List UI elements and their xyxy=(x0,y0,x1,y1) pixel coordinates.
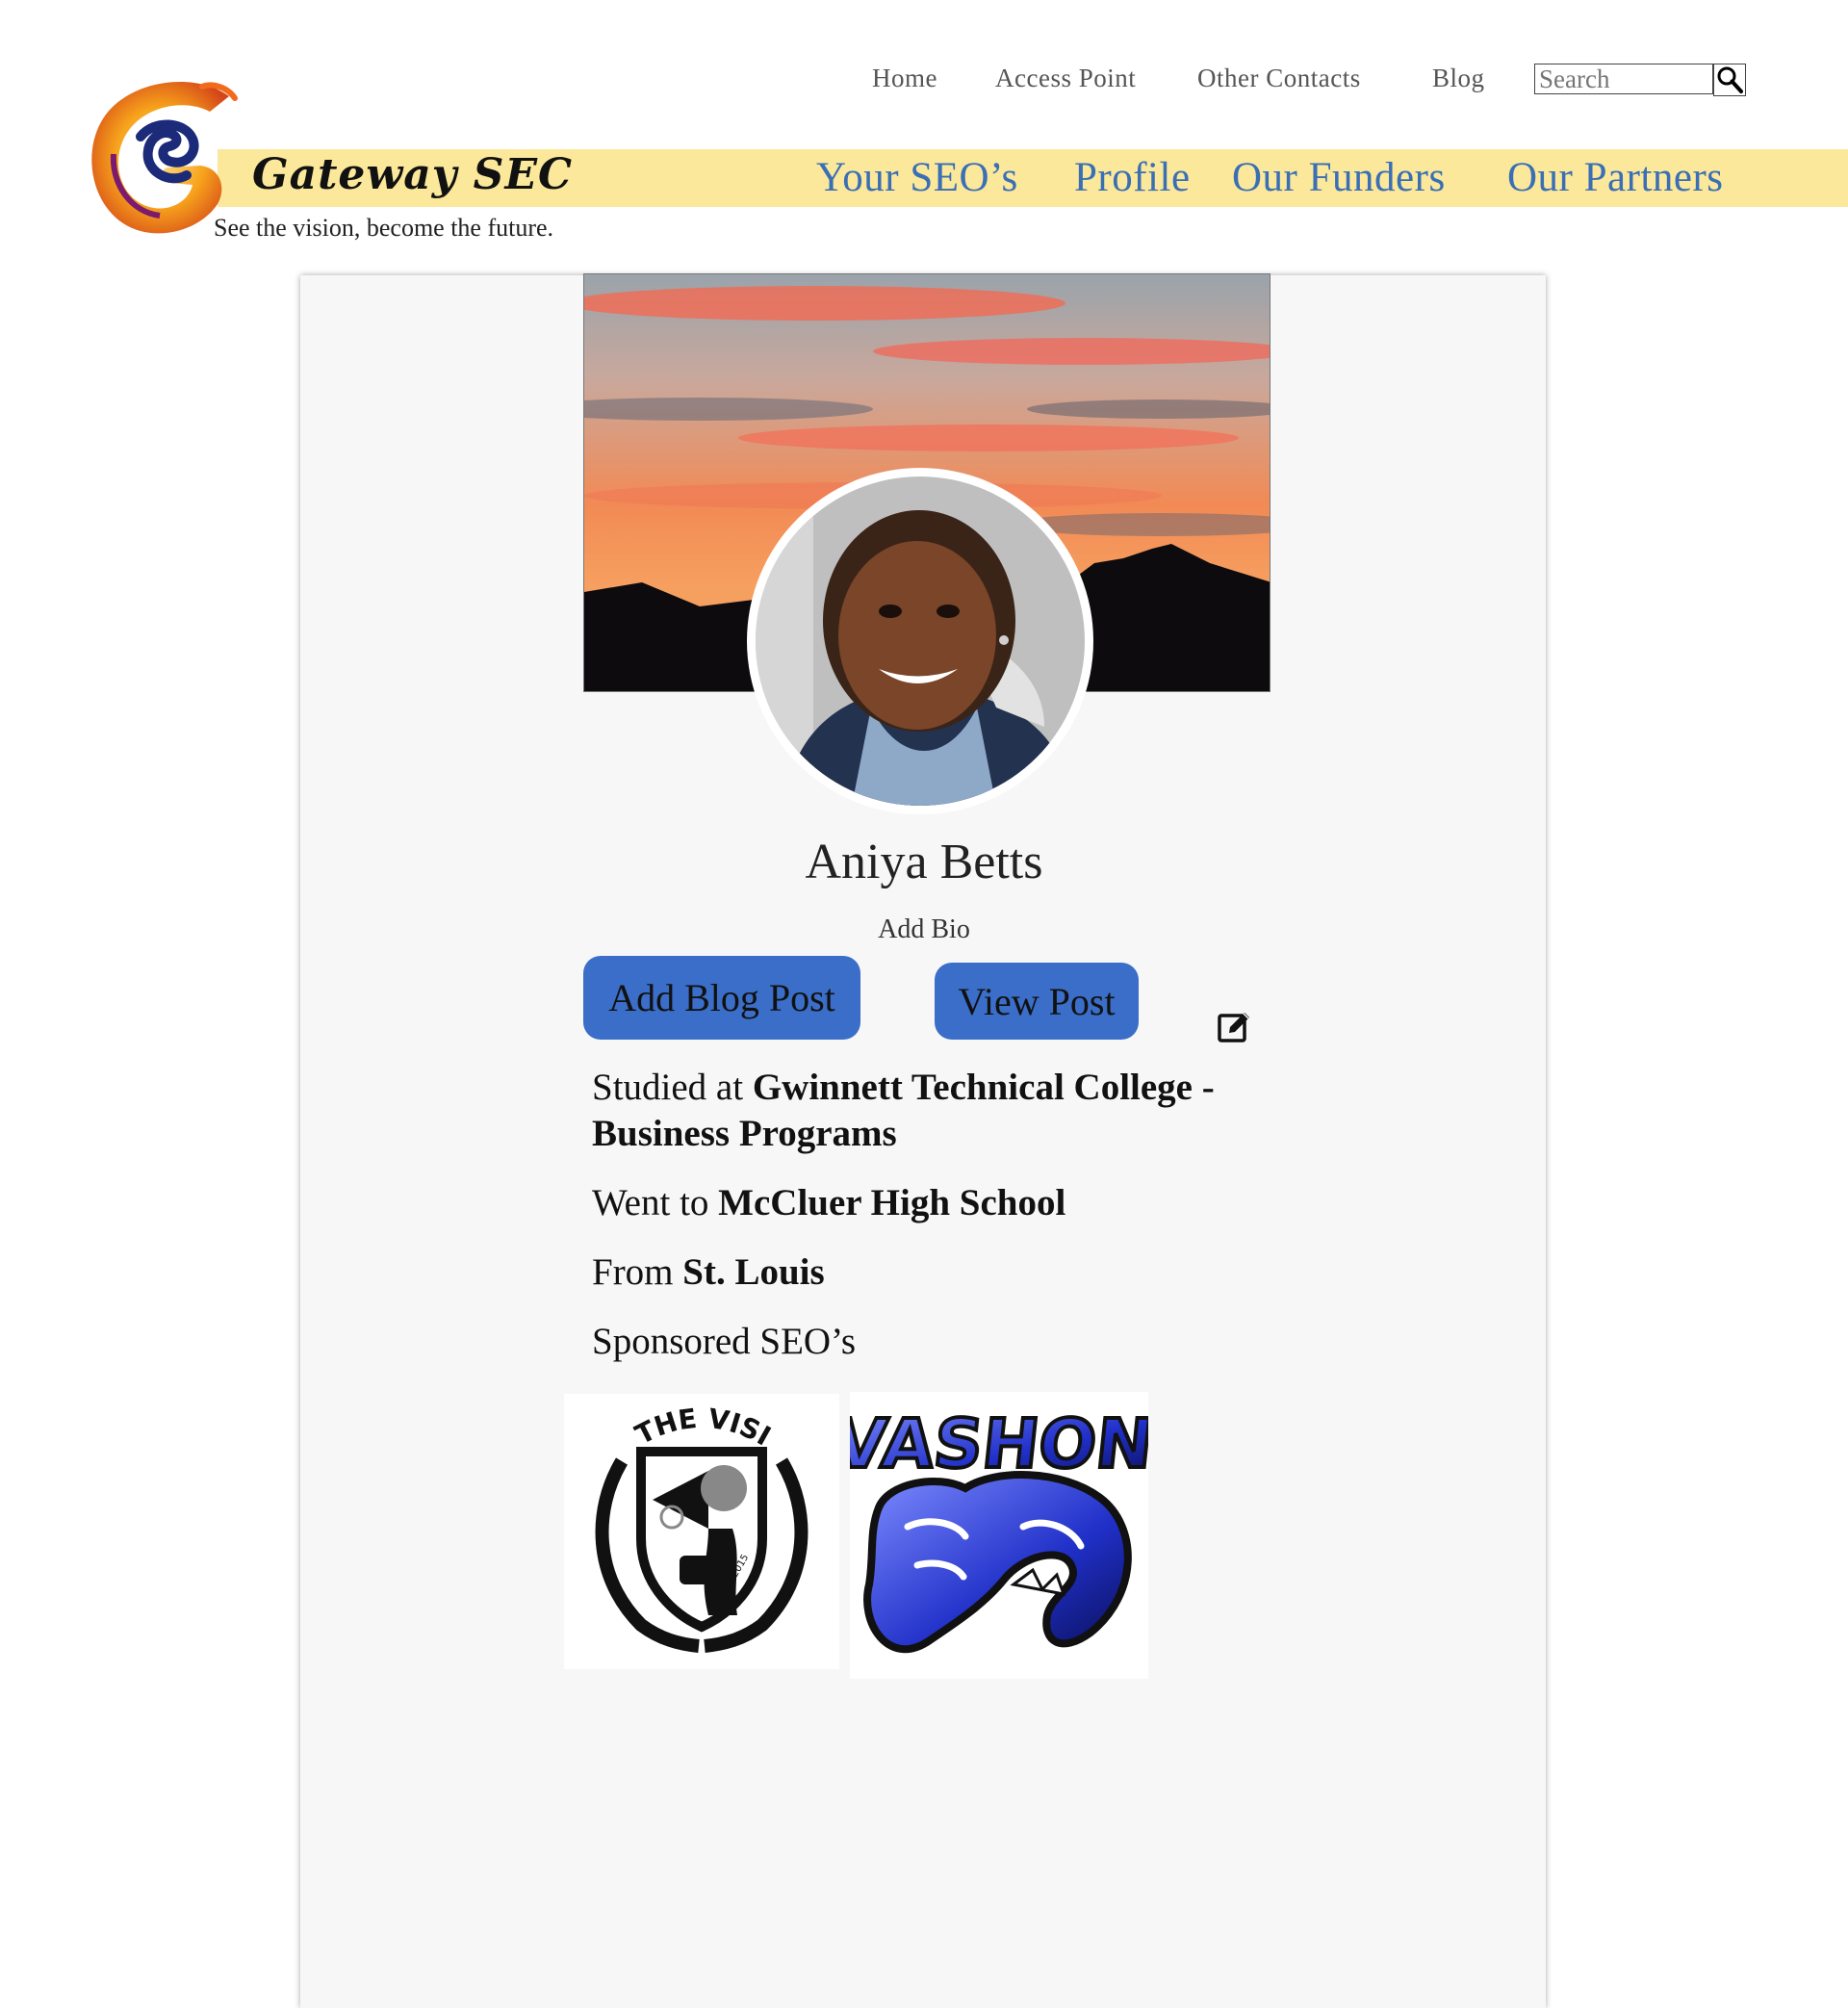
view-post-button[interactable]: View Post xyxy=(935,963,1139,1040)
from-line: From St. Louis xyxy=(592,1249,1285,1296)
search-input[interactable] xyxy=(1534,64,1713,94)
nav-blog-link[interactable]: Blog xyxy=(1432,64,1485,93)
nav-our-partners-link[interactable]: Our Partners xyxy=(1507,154,1724,201)
top-nav: Home Access Point Other Contacts Blog xyxy=(0,60,1848,104)
vision-crest-icon: THE VISION EST 2015 xyxy=(564,1394,808,1653)
nav-your-seos-link[interactable]: Your SEO’s xyxy=(816,154,1018,201)
nav-other-contacts-link[interactable]: Other Contacts xyxy=(1197,64,1361,93)
add-bio-link[interactable]: Add Bio xyxy=(0,914,1848,945)
vision-logo-text: THE VISION xyxy=(564,1394,776,1453)
nav-home-link[interactable]: Home xyxy=(872,64,937,93)
search-button[interactable] xyxy=(1713,64,1746,96)
went-to-line: Went to McCluer High School xyxy=(592,1180,1285,1226)
profile-name: Aniya Betts xyxy=(805,835,1043,889)
nav-our-funders-link[interactable]: Our Funders xyxy=(1232,154,1446,201)
search-icon xyxy=(1717,66,1743,93)
avatar[interactable] xyxy=(747,468,1093,814)
from-prefix: From xyxy=(592,1251,683,1293)
went-to-value[interactable]: McCluer High School xyxy=(718,1182,1065,1223)
brand-name[interactable]: Gateway SEC xyxy=(252,150,573,199)
edit-icon[interactable] xyxy=(1217,1011,1251,1045)
studied-at-line: Studied at Gwinnett Technical College - … xyxy=(592,1065,1285,1157)
nav-profile-link[interactable]: Profile xyxy=(1074,154,1191,201)
went-to-prefix: Went to xyxy=(592,1182,719,1223)
add-blog-post-button[interactable]: Add Blog Post xyxy=(583,956,860,1040)
nav-access-point-link[interactable]: Access Point xyxy=(995,64,1136,93)
sponsored-seos-heading: Sponsored SEO’s xyxy=(592,1321,857,1362)
wolverine-mascot-icon: VASHON xyxy=(850,1403,1148,1654)
profile-photo-image xyxy=(756,476,1085,806)
vashon-logo-text: VASHON xyxy=(850,1404,1148,1483)
sponsor-vashon-logo[interactable]: VASHON xyxy=(850,1392,1148,1679)
from-value[interactable]: St. Louis xyxy=(682,1251,824,1293)
studied-at-prefix: Studied at xyxy=(592,1067,753,1108)
sponsor-the-vision-logo[interactable]: THE VISION EST 2015 xyxy=(564,1394,839,1669)
brand-tagline: See the vision, become the future. xyxy=(214,214,554,242)
